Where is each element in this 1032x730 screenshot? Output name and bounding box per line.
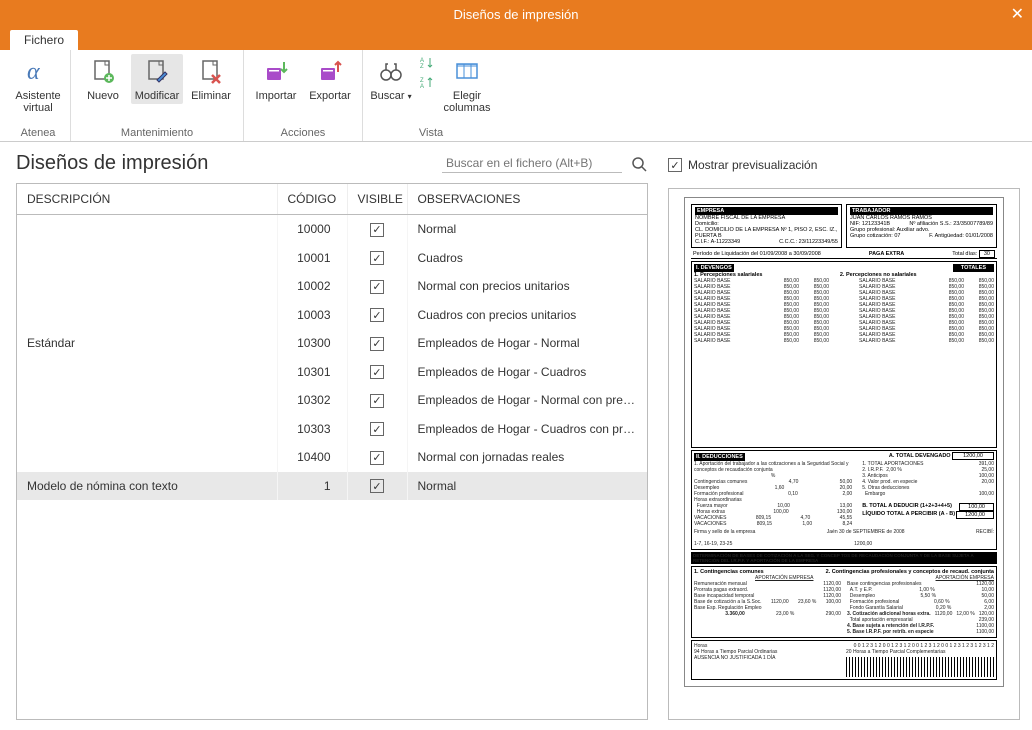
alpha-icon: α xyxy=(22,56,54,88)
delete-file-icon xyxy=(195,56,227,88)
nuevo-button[interactable]: Nuevo xyxy=(77,54,129,104)
asistente-virtual-button[interactable]: α Asistente virtual xyxy=(12,54,64,116)
visible-checkbox[interactable] xyxy=(370,394,384,408)
sort-asc-button[interactable]: AZ xyxy=(417,54,439,72)
new-file-icon xyxy=(87,56,119,88)
group-name-cell: Modelo de nómina con texto xyxy=(17,472,277,501)
group-name-cell: Estándar xyxy=(17,215,277,472)
columns-icon xyxy=(451,56,483,88)
tab-strip: Fichero xyxy=(0,28,1032,50)
buscar-button[interactable]: Buscar ▾ xyxy=(369,54,413,116)
modificar-button[interactable]: Modificar xyxy=(131,54,183,104)
tab-fichero[interactable]: Fichero xyxy=(10,30,78,50)
col-header-obs[interactable]: OBSERVACIONES xyxy=(407,184,647,215)
binoculars-icon xyxy=(375,56,407,88)
sort-desc-button[interactable]: ZA xyxy=(417,74,439,92)
preview-label: Mostrar previsualización xyxy=(688,158,817,172)
window-title: Diseños de impresión xyxy=(453,7,578,22)
chevron-down-icon: ▾ xyxy=(408,92,412,101)
visible-checkbox[interactable] xyxy=(370,451,384,465)
visible-checkbox[interactable] xyxy=(370,422,384,436)
importar-button[interactable]: Importar xyxy=(250,54,302,104)
table-row[interactable]: Modelo de nómina con texto1Normal xyxy=(17,472,647,501)
col-header-visible[interactable]: VISIBLE xyxy=(347,184,407,215)
visible-checkbox[interactable] xyxy=(370,280,384,294)
table-row[interactable]: Estándar10000Normal xyxy=(17,215,647,244)
visible-checkbox[interactable] xyxy=(370,479,384,493)
visible-checkbox[interactable] xyxy=(370,365,384,379)
svg-text:α: α xyxy=(27,59,40,85)
edit-file-icon xyxy=(141,56,173,88)
ribbon: α Asistente virtual Atenea Nuevo Modific… xyxy=(0,50,1032,142)
elegir-columnas-button[interactable]: Elegir columnas xyxy=(441,54,493,116)
preview-checkbox[interactable] xyxy=(668,158,682,172)
exportar-button[interactable]: Exportar xyxy=(304,54,356,104)
svg-text:Z: Z xyxy=(420,64,424,70)
col-header-code[interactable]: CÓDIGO xyxy=(277,184,347,215)
import-icon xyxy=(260,56,292,88)
col-header-desc[interactable]: DESCRIPCIÓN xyxy=(17,184,277,215)
visible-checkbox[interactable] xyxy=(370,308,384,322)
titlebar: Diseños de impresión ✕ xyxy=(0,0,1032,28)
export-icon xyxy=(314,56,346,88)
visible-checkbox[interactable] xyxy=(370,251,384,265)
payslip-preview: EMPRESA NOMBRE FISCAL DE LA EMPRESA Domi… xyxy=(684,197,1004,687)
close-icon[interactable]: ✕ xyxy=(1011,4,1024,24)
preview-panel: EMPRESA NOMBRE FISCAL DE LA EMPRESA Domi… xyxy=(668,188,1020,720)
designs-table: DESCRIPCIÓN CÓDIGO VISIBLE OBSERVACIONES… xyxy=(17,184,647,500)
page-title: Diseños de impresión xyxy=(16,152,208,175)
search-input[interactable] xyxy=(442,154,622,173)
eliminar-button[interactable]: Eliminar xyxy=(185,54,237,104)
svg-text:A: A xyxy=(420,84,424,90)
visible-checkbox[interactable] xyxy=(370,337,384,351)
search-icon[interactable] xyxy=(630,155,648,173)
visible-checkbox[interactable] xyxy=(370,223,384,237)
